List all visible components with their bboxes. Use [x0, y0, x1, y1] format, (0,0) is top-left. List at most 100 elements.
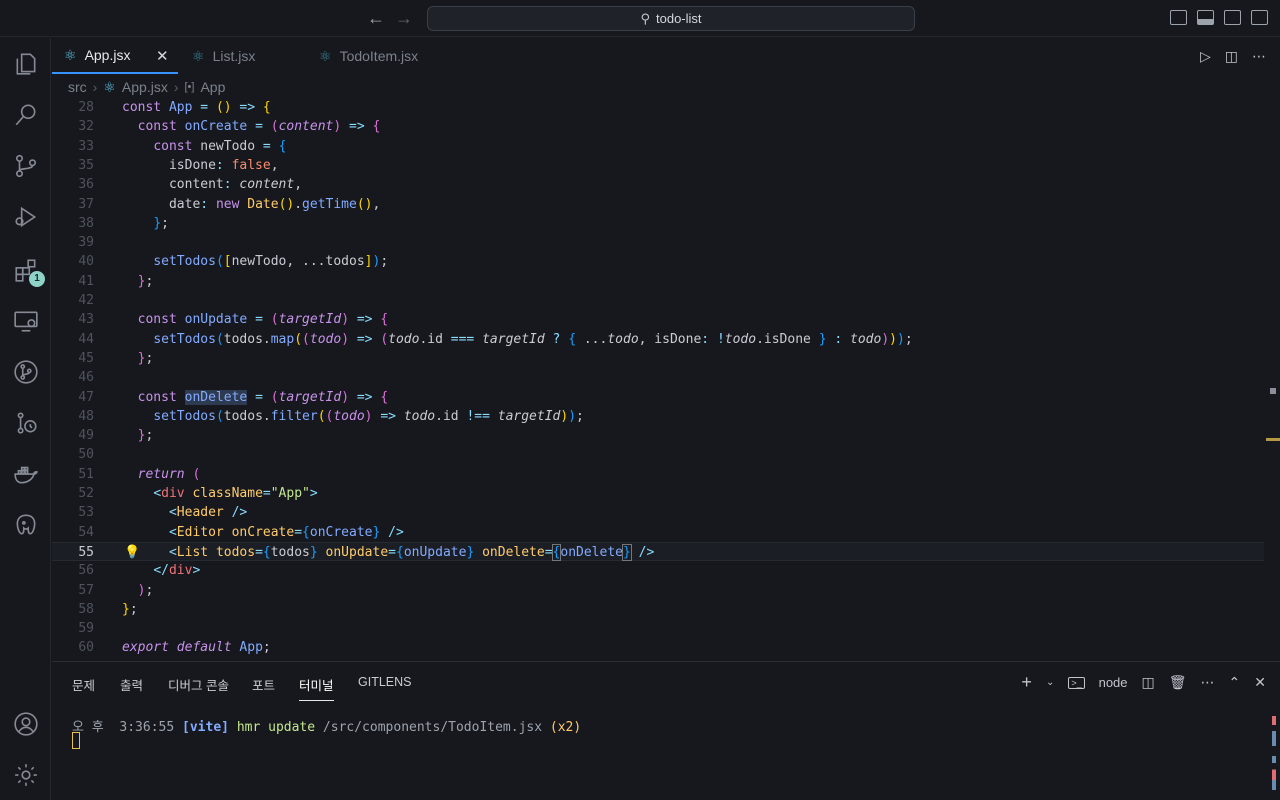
code-line: 56 </div> — [78, 563, 201, 579]
more-actions-icon[interactable]: ⋯ — [1201, 674, 1215, 691]
toggle-secondary-sidebar-icon[interactable] — [1224, 10, 1241, 25]
code-line: 47 const onDelete = (targetId) => { — [78, 389, 389, 405]
tab-label: App.jsx — [84, 47, 131, 63]
remote-explorer-icon[interactable] — [12, 307, 39, 334]
editor-scrollbar[interactable] — [1264, 98, 1280, 660]
chevron-down-icon[interactable]: ⌄ — [1046, 677, 1054, 688]
terminal-time: 오 후 3:36:55 — [72, 720, 175, 735]
extensions-icon[interactable]: 1 — [12, 256, 45, 287]
code-line: 41 }; — [78, 273, 154, 289]
search-text: todo-list — [656, 11, 702, 26]
breadcrumb-symbol[interactable]: App — [200, 79, 225, 95]
activity-bar: 1 — [0, 38, 51, 800]
code-line: 44 setTodos(todos.map((todo) => (todo.id… — [78, 331, 913, 347]
code-line: 53 <Header /> — [78, 505, 248, 521]
code-line: 45 }; — [78, 350, 154, 366]
breadcrumb-folder[interactable]: src — [68, 79, 87, 95]
split-terminal-icon[interactable]: ◫ — [1142, 674, 1155, 691]
code-line: 43 const onUpdate = (targetId) => { — [78, 312, 389, 328]
react-icon: ⚛ — [319, 47, 332, 64]
code-line: 48 setTodos(todos.filter((todo) => todo.… — [78, 408, 584, 424]
terminal-name[interactable]: node — [1099, 675, 1128, 690]
explorer-icon[interactable] — [12, 50, 39, 77]
search-icon[interactable] — [12, 101, 39, 128]
tab-problems[interactable]: 문제 — [72, 675, 95, 700]
more-actions-icon[interactable]: ⋯ — [1252, 48, 1266, 65]
chevron-right-icon: › — [92, 79, 98, 95]
gitlens-icon[interactable] — [12, 409, 39, 436]
editor-tabs: ⚛ App.jsx ✕ ⚛ List.jsx ⚛ TodoItem.jsx ▷ … — [52, 38, 1280, 74]
code-line: 57 ); — [78, 582, 154, 598]
back-arrow-icon[interactable]: ← — [366, 8, 386, 28]
git-graph-icon[interactable] — [12, 358, 39, 385]
tab-gitlens[interactable]: GITLENS — [358, 675, 412, 695]
code-line: 33 const newTodo = { — [78, 138, 287, 154]
source-control-icon[interactable] — [12, 152, 39, 179]
toggle-primary-sidebar-icon[interactable] — [1170, 10, 1187, 25]
tab-todoitem-jsx[interactable]: ⚛ TodoItem.jsx — [307, 38, 457, 74]
code-line: 52 <div className="App"> — [78, 486, 318, 501]
terminal-icon: >_ — [1068, 676, 1085, 689]
new-terminal-plus-icon[interactable]: + — [1021, 672, 1032, 693]
bottom-panel: 문제 출력 디버그 콘솔 포트 터미널 GITLENS + ⌄ >_ node … — [52, 661, 1280, 800]
terminal-tag: [vite] — [182, 720, 229, 735]
tab-output[interactable]: 출력 — [120, 675, 143, 700]
chevron-right-icon: › — [173, 79, 179, 95]
split-editor-icon[interactable]: ◫ — [1225, 48, 1238, 65]
code-line: 38 }; — [78, 215, 169, 231]
code-editor[interactable]: 28 const App = () => { 32 const onCreate … — [52, 98, 1264, 660]
react-icon: ⚛ — [103, 78, 116, 95]
code-line-current: 55 💡 <List todos={todos} onUpdate={onUpda… — [52, 541, 1264, 562]
title-bar: ← → ⚲ todo-list — [0, 0, 1280, 37]
settings-gear-icon[interactable] — [12, 761, 39, 788]
run-icon[interactable]: ▷ — [1200, 48, 1211, 65]
breadcrumb: src › ⚛ App.jsx › [•] App — [68, 78, 225, 96]
terminal-cursor — [72, 732, 80, 749]
docker-icon[interactable] — [12, 460, 39, 487]
toggle-panel-icon[interactable] — [1197, 10, 1214, 25]
postgresql-icon[interactable] — [12, 511, 39, 538]
code-line: 42 — [78, 293, 94, 308]
terminal-output[interactable]: 오 후 3:36:55 [vite] hmr update /src/compo… — [72, 716, 581, 735]
account-icon[interactable] — [12, 710, 39, 737]
scroll-marker — [1270, 388, 1276, 394]
terminal-path: /src/components/TodoItem.jsx — [322, 720, 543, 735]
customize-layout-icon[interactable] — [1251, 10, 1268, 25]
code-line: 59 — [78, 621, 94, 637]
react-icon: ⚛ — [192, 47, 205, 64]
scroll-marker — [1272, 756, 1276, 790]
tab-terminal[interactable]: 터미널 — [299, 675, 334, 701]
close-panel-icon[interactable]: ✕ — [1254, 674, 1266, 691]
code-line: 51 return ( — [78, 466, 201, 482]
tab-ports[interactable]: 포트 — [252, 675, 275, 700]
code-line: 50 — [78, 447, 94, 463]
code-line: 40 setTodos([newTodo, ...todos]); — [78, 254, 389, 270]
code-line: 46 — [78, 370, 94, 386]
code-line: 37 date: new Date().getTime(), — [78, 196, 381, 212]
breadcrumb-file[interactable]: App.jsx — [122, 79, 168, 95]
search-icon: ⚲ — [640, 10, 650, 26]
forward-arrow-icon[interactable]: → — [394, 8, 414, 28]
tab-list-jsx[interactable]: ⚛ List.jsx — [180, 38, 306, 74]
code-line: 39 — [78, 235, 94, 251]
code-line: 49 }; — [78, 428, 154, 444]
code-line: 54 <Editor onCreate={onCreate} /> — [78, 524, 404, 540]
maximize-panel-icon[interactable]: ⌃ — [1229, 674, 1241, 691]
scroll-marker — [1266, 438, 1280, 441]
command-center-search[interactable]: ⚲ todo-list — [427, 6, 915, 31]
tab-debug-console[interactable]: 디버그 콘솔 — [168, 675, 229, 700]
code-line: 32 const onCreate = (content) => { — [78, 119, 381, 135]
code-line: 58}; — [78, 601, 138, 617]
code-line: 60 export default App; — [78, 640, 271, 656]
symbol-icon: [•] — [184, 81, 195, 93]
code-line: 36 content: content, — [78, 177, 303, 193]
tab-label: List.jsx — [212, 48, 256, 64]
code-line: 28 const App = () => { — [78, 100, 271, 115]
trash-icon[interactable]: 🗑 — [1169, 674, 1187, 691]
run-debug-icon[interactable] — [12, 203, 39, 230]
terminal-message: hmr update — [236, 720, 316, 735]
terminal-count: (x2) — [549, 720, 582, 735]
close-icon[interactable]: ✕ — [156, 47, 169, 65]
tab-label: TodoItem.jsx — [339, 48, 419, 64]
scroll-marker — [1272, 716, 1276, 746]
